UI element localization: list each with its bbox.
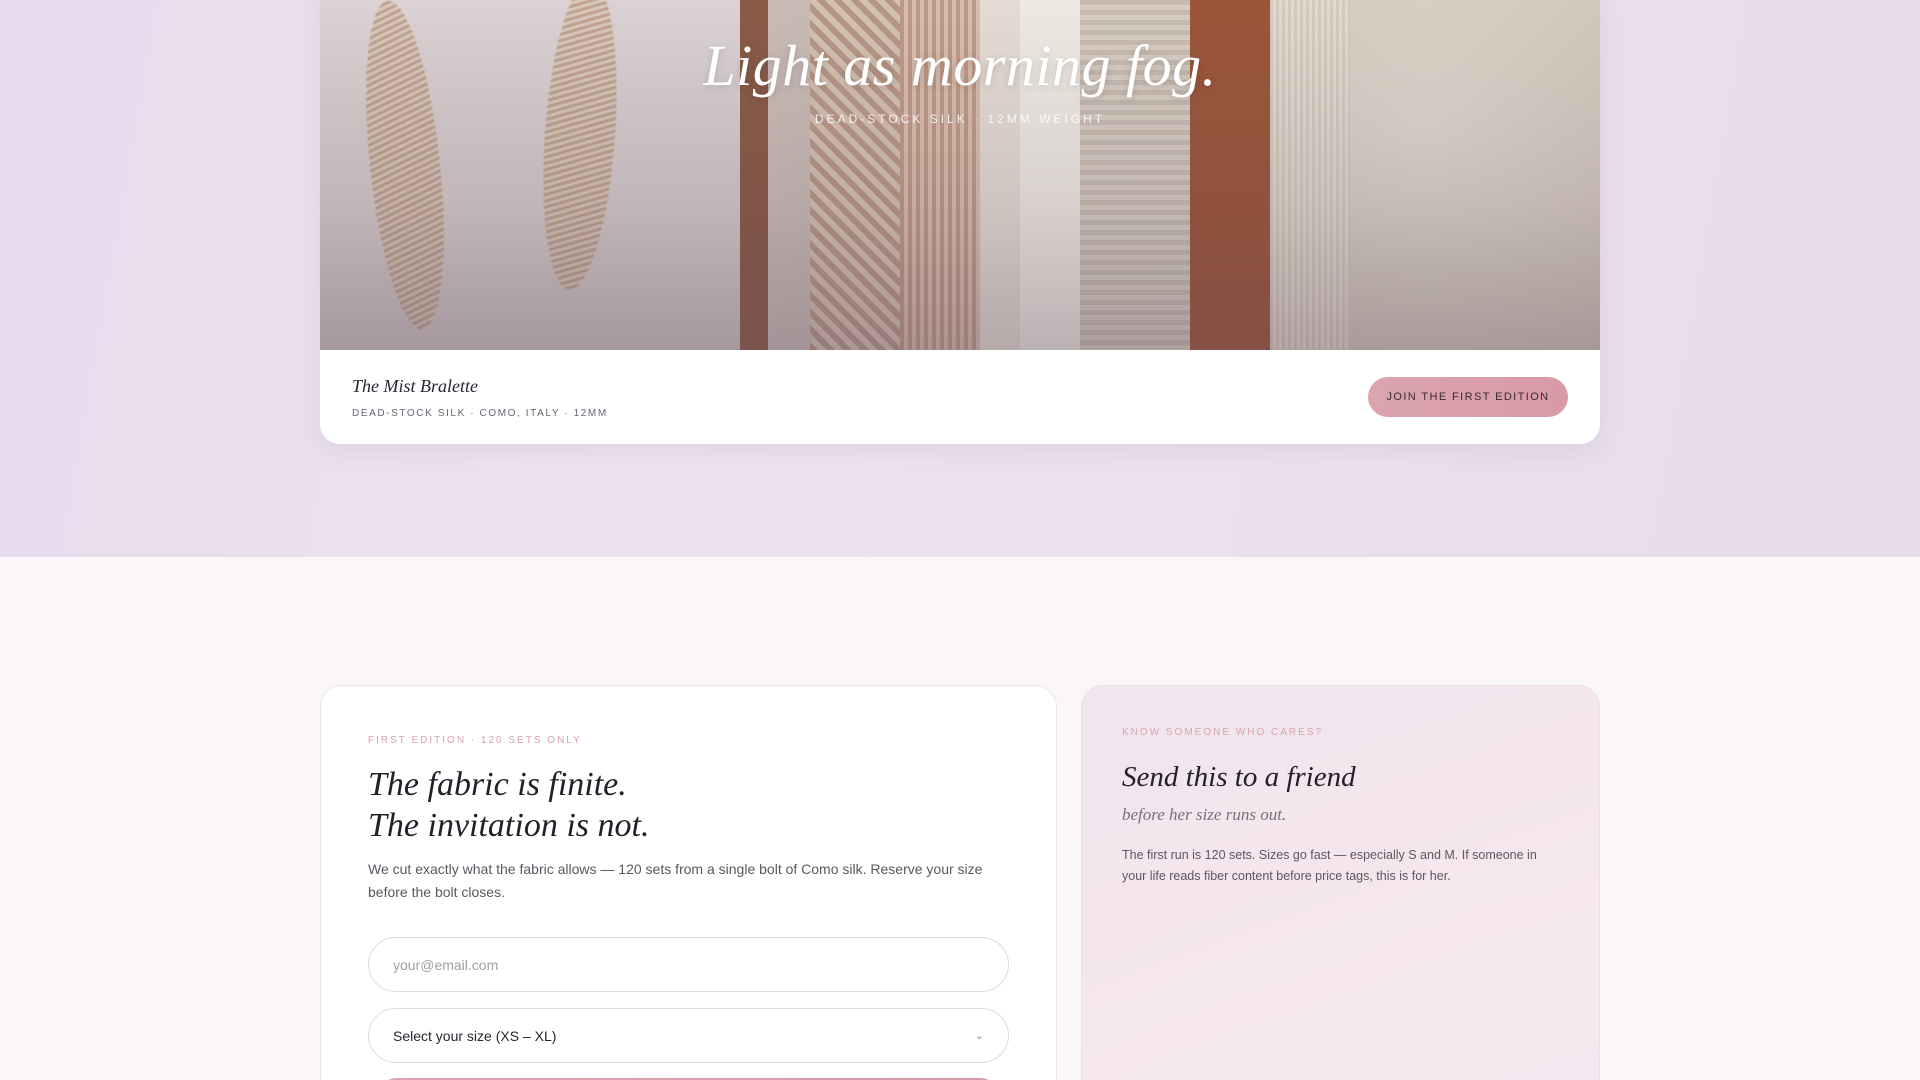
hero-image: Light as morning fog. DEAD-STOCK SILK · … xyxy=(320,0,1600,350)
hero-card: Light as morning fog. DEAD-STOCK SILK · … xyxy=(320,0,1600,444)
friend-card: KNOW SOMEONE WHO CARES? Send this to a f… xyxy=(1081,685,1600,1080)
friend-eyebrow: KNOW SOMEONE WHO CARES? xyxy=(1122,727,1324,738)
invite-eyebrow: FIRST EDITION · 120 SETS ONLY xyxy=(368,735,582,746)
product-bar: The Mist Bralette DEAD-STOCK SILK · COMO… xyxy=(320,350,1600,444)
chevron-down-icon: ⌄ xyxy=(974,1030,984,1042)
friend-body: The first run is 120 sets. Sizes go fast… xyxy=(1122,848,1537,883)
friend-subtitle: before her size runs out. xyxy=(1122,805,1287,824)
hero-subtitle: DEAD-STOCK SILK · 12MM WEIGHT xyxy=(814,112,1106,126)
invite-title-line-2: The invitation is not. xyxy=(368,807,650,844)
size-select[interactable]: Select your size (XS – XL) ⌄ xyxy=(368,1008,1009,1063)
product-name: The Mist Bralette xyxy=(352,376,478,396)
invite-card: FIRST EDITION · 120 SETS ONLY The fabric… xyxy=(320,685,1057,1080)
hero-title: Light as morning fog. xyxy=(703,33,1217,98)
size-select-label: Select your size (XS – XL) xyxy=(393,1027,557,1044)
product-meta: DEAD-STOCK SILK · COMO, ITALY · 12MM xyxy=(352,408,608,419)
join-first-edition-button[interactable]: JOIN THE FIRST EDITION xyxy=(1368,377,1568,417)
email-field[interactable] xyxy=(368,937,1009,992)
invite-title-line-1: The fabric is finite. xyxy=(368,766,627,803)
friend-title: Send this to a friend xyxy=(1122,761,1356,793)
invite-title: The fabric is finite. The invitation is … xyxy=(368,764,649,846)
invite-body: We cut exactly what the fabric allows — … xyxy=(368,861,983,900)
